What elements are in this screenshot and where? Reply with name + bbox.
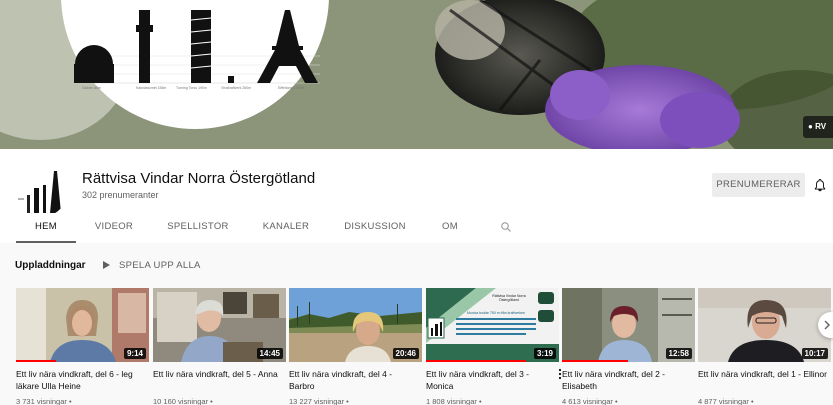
globe-icon: ●: [808, 122, 813, 131]
caption-eiffeltornet: Eiffeltornet 330m: [278, 86, 305, 90]
video-title[interactable]: Ett liv nära vindkraft, del 6 - leg läka…: [16, 368, 146, 392]
wind-turbine-logo-icon: [14, 163, 68, 217]
video-duration: 14:45: [256, 348, 283, 359]
video-thumbnail[interactable]: 14:45: [153, 288, 286, 362]
channel-header: Rättvisa Vindar Norra Östergötland 302 p…: [0, 149, 833, 243]
video-card[interactable]: 14:45 Ett liv nära vindkraft, del 5 - An…: [153, 288, 286, 405]
notification-bell-icon[interactable]: [813, 178, 827, 192]
video-title[interactable]: Ett liv nära vindkraft, del 1 - Ellinor: [698, 368, 828, 380]
banner-captions: Globen 85m Kaknästornet 155m Turning Tor…: [78, 86, 328, 94]
video-thumbnail[interactable]: 12:58: [562, 288, 695, 362]
video-title[interactable]: Ett liv nära vindkraft, del 5 - Anna: [153, 368, 283, 380]
video-card[interactable]: Rättvisa Vindar Norra Östergötland Monic…: [426, 288, 562, 405]
watch-progress-bar: [16, 360, 56, 362]
subscriber-count: 302 prenumeranter: [82, 190, 159, 200]
thumbnail-body-text: Monica bodde 750 m från kraftverken: [467, 311, 525, 315]
channel-banner: Globen 85m Kaknästornet 155m Turning Tor…: [0, 0, 833, 149]
video-views: 13 227 visningar •: [289, 397, 349, 405]
chevron-right-icon: [824, 320, 830, 330]
video-card[interactable]: 12:58 Ett liv nära vindkraft, del 2 - El…: [562, 288, 695, 405]
video-duration: 10:17: [801, 348, 828, 359]
shelf-title[interactable]: Uppladdningar: [15, 260, 86, 271]
video-title[interactable]: Ett liv nära vindkraft, del 4 - Barbro: [289, 368, 419, 392]
channel-content: Uppladdningar SPELA UPP ALLA 9:14 Ett li…: [0, 243, 833, 405]
channel-search-icon[interactable]: [500, 221, 512, 233]
video-card[interactable]: 9:14 Ett liv nära vindkraft, del 6 - leg…: [16, 288, 149, 405]
play-all-label: SPELA UPP ALLA: [119, 260, 201, 271]
video-title[interactable]: Ett liv nära vindkraft, del 3 - Monica: [426, 368, 538, 392]
video-title[interactable]: Ett liv nära vindkraft, del 2 - Elisabet…: [562, 368, 692, 392]
watch-progress-bar: [426, 360, 526, 362]
banner-link-badge[interactable]: ● RV: [803, 116, 833, 138]
tab-channels[interactable]: KANALER: [256, 214, 316, 243]
tab-discussion[interactable]: DISKUSSION: [338, 214, 412, 243]
video-views: 4 613 visningar •: [562, 397, 618, 405]
video-thumbnail[interactable]: 10:17: [698, 288, 831, 362]
tab-playlists[interactable]: SPELLISTOR: [162, 214, 234, 243]
channel-name[interactable]: Rättvisa Vindar Norra Östergötland: [82, 170, 315, 187]
play-icon: [103, 261, 110, 269]
caption-globen: Globen 85m: [82, 86, 102, 90]
video-duration: 9:14: [123, 348, 146, 359]
banner-artwork: [0, 0, 833, 149]
banner-badge-text: RV: [815, 122, 827, 131]
caption-turning-torso: Turning Torso 190m: [176, 86, 207, 90]
video-duration: 20:46: [392, 348, 419, 359]
watch-progress-bar: [562, 360, 628, 362]
thumbnail-org-text: Rättvisa Vindar Norra Östergötland: [492, 294, 526, 302]
video-thumbnail[interactable]: 20:46: [289, 288, 422, 362]
channel-avatar[interactable]: [14, 163, 68, 217]
caption-vindkraftverk: Vindkraftverk 250m: [221, 86, 252, 90]
video-views: 1 808 visningar •: [426, 397, 482, 405]
video-views: 4 877 visningar •: [698, 397, 754, 405]
video-duration: 3:19: [533, 348, 556, 359]
play-all-button[interactable]: SPELA UPP ALLA: [103, 260, 201, 271]
tab-home[interactable]: HEM: [16, 214, 76, 243]
video-thumbnail[interactable]: Rättvisa Vindar Norra Östergötland Monic…: [426, 288, 559, 362]
tab-videos[interactable]: VIDEOR: [84, 214, 144, 243]
video-duration: 12:58: [665, 348, 692, 359]
subscribed-button[interactable]: PRENUMERERAR: [712, 173, 805, 197]
video-thumbnail[interactable]: 9:14: [16, 288, 149, 362]
caption-kaknastornet: Kaknästornet 155m: [136, 86, 167, 90]
video-card[interactable]: 20:46 Ett liv nära vindkraft, del 4 - Ba…: [289, 288, 422, 405]
video-card[interactable]: 10:17 Ett liv nära vindkraft, del 1 - El…: [698, 288, 831, 405]
video-views: 10 160 visningar •: [153, 397, 213, 405]
channel-tabs: HEM VIDEOR SPELLISTOR KANALER DISKUSSION…: [0, 214, 833, 243]
tab-about[interactable]: OM: [432, 214, 468, 243]
youtube-channel-page: Globen 85m Kaknästornet 155m Turning Tor…: [0, 0, 833, 405]
video-views: 3 731 visningar •: [16, 397, 72, 405]
